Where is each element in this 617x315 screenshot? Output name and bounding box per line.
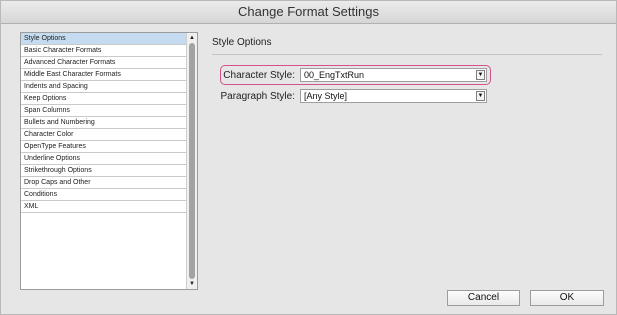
sidebar-item[interactable]: Middle East Character Formats (21, 69, 187, 81)
character-style-value: 00_EngTxtRun (304, 70, 365, 80)
character-style-label: Character Style: (223, 70, 295, 81)
sidebar-item[interactable]: Keep Options (21, 93, 187, 105)
paragraph-style-select[interactable]: [Any Style] ▼ (300, 89, 487, 103)
sidebar-item[interactable]: Conditions (21, 189, 187, 201)
paragraph-style-label: Paragraph Style: (220, 91, 296, 102)
character-style-select[interactable]: 00_EngTxtRun ▼ (300, 68, 487, 82)
scroll-up-icon[interactable]: ▲ (187, 34, 197, 42)
sidebar-item[interactable]: XML (21, 201, 187, 213)
sidebar-item[interactable]: Character Color (21, 129, 187, 141)
change-format-settings-dialog: Change Format Settings Style Options Basi… (0, 0, 617, 315)
section-title: Style Options (212, 37, 272, 48)
chevron-down-icon[interactable]: ▼ (476, 91, 485, 101)
section-divider (212, 54, 602, 55)
sidebar-item[interactable]: Basic Character Formats (21, 45, 187, 57)
sidebar-item[interactable]: Bullets and Numbering (21, 117, 187, 129)
window-title: Change Format Settings (1, 1, 616, 24)
sidebar-item[interactable]: Indents and Spacing (21, 81, 187, 93)
settings-category-list[interactable]: Style Options Basic Character Formats Adva… (20, 32, 198, 290)
sidebar-item[interactable]: Drop Caps and Other (21, 177, 187, 189)
sidebar-item[interactable]: Advanced Character Formats (21, 57, 187, 69)
sidebar-item[interactable]: Underline Options (21, 153, 187, 165)
category-list-items: Style Options Basic Character Formats Adva… (21, 33, 187, 213)
chevron-down-icon[interactable]: ▼ (476, 70, 485, 80)
cancel-button[interactable]: Cancel (447, 290, 520, 306)
paragraph-style-value: [Any Style] (304, 91, 348, 101)
sidebar-item[interactable]: Style Options (21, 33, 187, 45)
sidebar-item[interactable]: Span Columns (21, 105, 187, 117)
ok-button[interactable]: OK (530, 290, 604, 306)
sidebar-item[interactable]: Strikethrough Options (21, 165, 187, 177)
scroll-down-icon[interactable]: ▼ (187, 280, 197, 288)
sidebar-item[interactable]: OpenType Features (21, 141, 187, 153)
